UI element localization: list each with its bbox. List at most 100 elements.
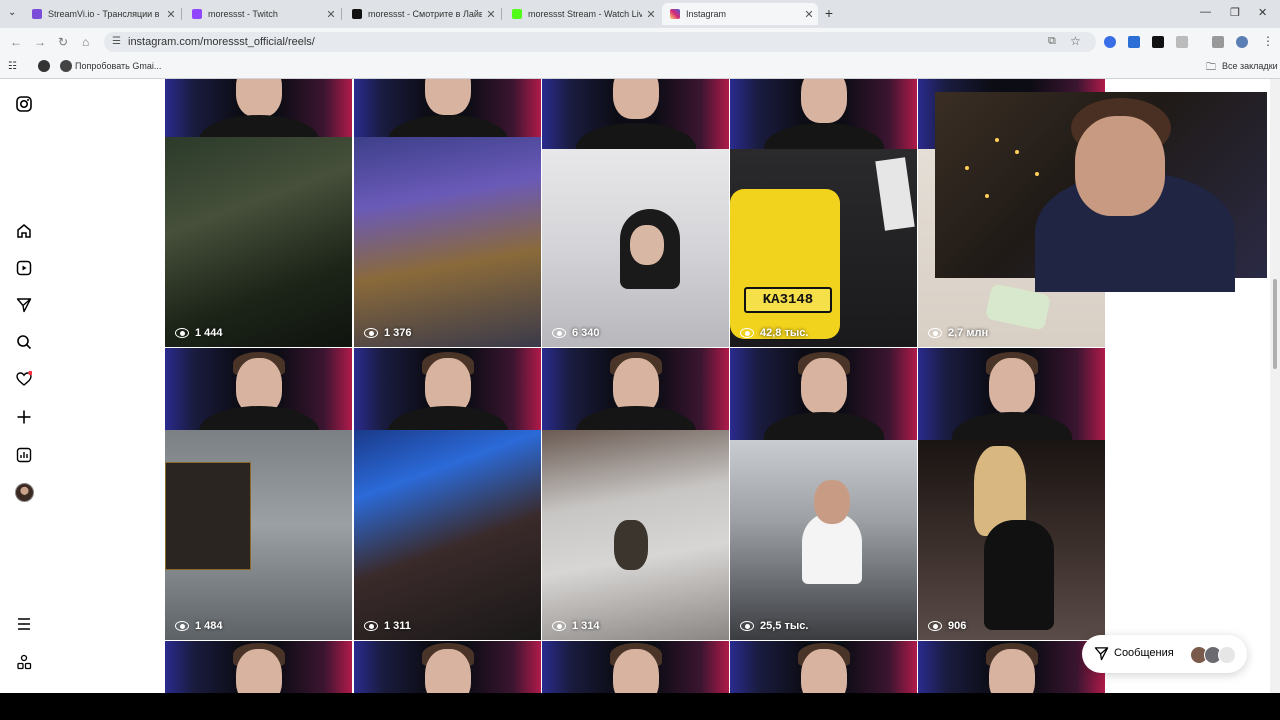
reel-tile[interactable]: 1 311: [354, 348, 541, 640]
minimize-icon[interactable]: —: [1200, 6, 1211, 18]
github-icon[interactable]: [38, 60, 50, 72]
browser-menu-icon[interactable]: ⋮: [1262, 34, 1274, 48]
reel-tile[interactable]: 1 314: [542, 348, 729, 640]
reel-thumbnail: [542, 430, 729, 640]
page-scrollbar[interactable]: [1270, 79, 1280, 693]
bookmark-star-icon[interactable]: ☆: [1070, 34, 1081, 48]
messages-label: Сообщения: [1114, 647, 1174, 659]
reel-thumbnail: [354, 137, 541, 347]
view-count: 1 444: [175, 327, 223, 339]
reel-tile[interactable]: [730, 641, 917, 693]
close-tab-icon[interactable]: ✕: [642, 8, 660, 21]
reel-tile[interactable]: [542, 641, 729, 693]
all-bookmarks[interactable]: Все закладки: [1222, 61, 1278, 71]
close-tab-icon[interactable]: ✕: [482, 8, 500, 21]
tab-kick[interactable]: moressst Stream - Watch Live ✕: [504, 3, 660, 25]
eye-icon: [175, 328, 189, 338]
messages-button[interactable]: Сообщения: [1082, 635, 1247, 673]
more-apps-icon[interactable]: [14, 652, 34, 672]
eye-icon: [552, 328, 566, 338]
reel-tile[interactable]: 25,5 тыс.: [730, 348, 917, 640]
webcam-preview: [354, 348, 541, 456]
tab-title: moressst Stream - Watch Live: [528, 9, 642, 19]
reel-tile[interactable]: [918, 641, 1105, 693]
close-tab-icon[interactable]: ✕: [162, 8, 180, 21]
reel-thumbnail: [918, 440, 1105, 640]
reel-tile[interactable]: 1 376: [354, 79, 541, 347]
view-count: 25,5 тыс.: [740, 620, 808, 632]
tab-streamvi[interactable]: StreamVi.io - Трансляции в не ✕: [24, 3, 180, 25]
eye-icon: [364, 328, 378, 338]
reload-icon[interactable]: ↻: [58, 35, 68, 49]
d-extension-icon[interactable]: [1152, 36, 1164, 48]
reel-thumbnail: KA3148: [730, 149, 917, 347]
direct-message-icon: [1094, 646, 1109, 666]
downloads-icon[interactable]: [1212, 36, 1224, 48]
view-count: 6 340: [552, 327, 600, 339]
close-tab-icon[interactable]: ✕: [800, 8, 818, 21]
download-extension-icon[interactable]: [1128, 36, 1140, 48]
home-icon[interactable]: [14, 221, 34, 241]
view-count: 1 314: [552, 620, 600, 632]
reel-tile[interactable]: [354, 641, 541, 693]
vk-favicon-icon: [352, 9, 362, 19]
install-app-icon[interactable]: ⧉: [1048, 35, 1056, 48]
tab-twitch[interactable]: moressst - Twitch ✕: [184, 3, 340, 25]
eye-icon: [928, 328, 942, 338]
tab-separator: [181, 8, 182, 20]
eye-icon: [740, 621, 754, 631]
extensions-puzzle-icon[interactable]: [1176, 36, 1188, 48]
address-bar[interactable]: ☰ instagram.com/moressst_official/reels/…: [104, 32, 1096, 52]
tab-separator: [341, 8, 342, 20]
forward-icon[interactable]: →: [34, 35, 46, 49]
eye-icon: [740, 328, 754, 338]
heart-icon[interactable]: [14, 369, 34, 389]
view-count: 1 311: [364, 620, 411, 632]
apps-grid-icon[interactable]: ☷: [8, 61, 17, 72]
dashboard-icon[interactable]: [14, 445, 34, 465]
tab-instagram[interactable]: Instagram ✕: [662, 3, 818, 25]
reel-tile[interactable]: 906: [918, 348, 1105, 640]
tab-title: moressst - Смотрите в Лайве: [368, 9, 482, 19]
view-count: 2,7 млн: [928, 327, 988, 339]
tab-title: moressst - Twitch: [208, 9, 278, 19]
reel-tile[interactable]: 6 340: [542, 79, 729, 347]
new-tab-button[interactable]: +: [820, 5, 838, 23]
tab-search-chevron-icon[interactable]: ⌄: [8, 7, 16, 18]
profile-avatar[interactable]: [14, 482, 34, 502]
create-icon[interactable]: [14, 407, 34, 427]
reel-tile[interactable]: [165, 641, 352, 693]
close-window-icon[interactable]: ✕: [1258, 6, 1267, 19]
restore-icon[interactable]: ❐: [1230, 6, 1240, 19]
site-info-icon[interactable]: ☰: [112, 36, 121, 47]
bookmark-gmail[interactable]: Попробовать Gmai...: [75, 61, 161, 71]
reel-thumbnail: [165, 137, 352, 347]
twitch-favicon-icon: [192, 9, 202, 19]
tab-vk-live[interactable]: moressst - Смотрите в Лайве ✕: [344, 3, 500, 25]
menu-icon[interactable]: [14, 614, 34, 634]
webcam-preview: [542, 79, 729, 173]
eye-icon: [175, 621, 189, 631]
tab-title: Instagram: [686, 9, 727, 19]
view-count: 42,8 тыс.: [740, 327, 808, 339]
direct-icon[interactable]: [14, 295, 34, 315]
reels-icon[interactable]: [14, 258, 34, 278]
instagram-favicon-icon: [670, 9, 680, 19]
extension-icon[interactable]: [1104, 36, 1116, 48]
profile-icon[interactable]: [1236, 36, 1248, 48]
reel-thumbnail: [165, 430, 352, 640]
back-icon[interactable]: ←: [10, 35, 22, 49]
reel-tile[interactable]: 1 484: [165, 348, 352, 640]
close-tab-icon[interactable]: ✕: [322, 8, 340, 21]
tab-separator: [501, 8, 502, 20]
avatar: [1218, 646, 1236, 664]
webcam-preview: [918, 348, 1105, 462]
tab-strip: ⌄ StreamVi.io - Трансляции в не ✕ moress…: [0, 0, 1280, 28]
kick-favicon-icon: [512, 9, 522, 19]
reel-tile[interactable]: 1 444: [165, 79, 352, 347]
scrollbar-thumb[interactable]: [1273, 279, 1277, 369]
search-icon[interactable]: [14, 332, 34, 352]
instagram-icon[interactable]: [14, 94, 34, 114]
reel-tile[interactable]: KA3148 42,8 тыс.: [730, 79, 917, 347]
home-button-icon[interactable]: ⌂: [82, 35, 89, 49]
